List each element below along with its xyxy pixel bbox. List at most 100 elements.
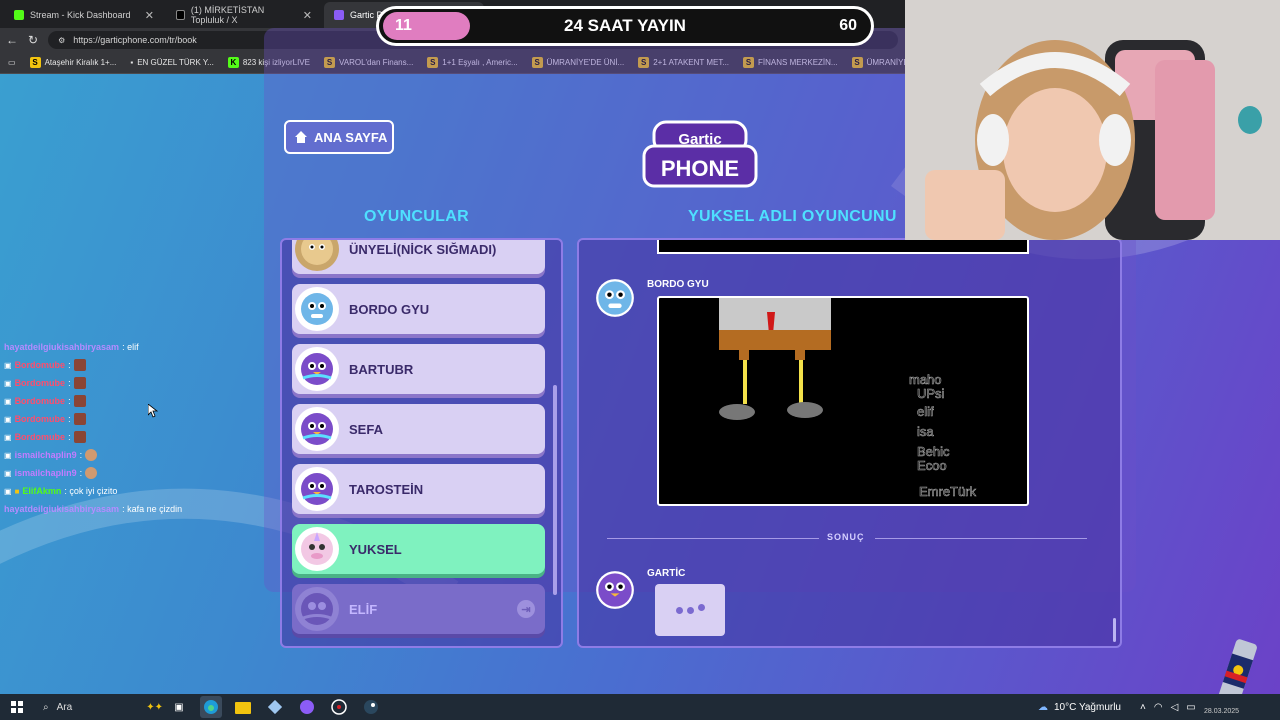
weather-widget[interactable]: ☁ 10°C Yağmurlu (1038, 694, 1121, 720)
stream-timer-overlay: 11 24 SAAT YAYIN 60 (376, 6, 874, 46)
exit-icon: ⇥ (517, 600, 535, 618)
close-icon[interactable]: ✕ (145, 9, 154, 22)
chat-text: : (79, 468, 83, 478)
home-label: ANA SAYFA (314, 129, 388, 145)
obs-icon[interactable] (328, 696, 350, 718)
player-item: ÜNYELİ(NİCK SIĞMADI) (292, 240, 545, 274)
timer-right-value: 60 (839, 17, 857, 34)
discord-icon[interactable] (296, 696, 318, 718)
player-avatar (295, 407, 339, 451)
chevron-up-icon[interactable]: ˄ (1140, 702, 1146, 713)
chat-message: ▣ ■ ElifAkmn : çok iyi çizito (4, 482, 244, 500)
chat-text: : (79, 450, 83, 460)
chat-message: ▣ Bordomube : (4, 374, 244, 392)
player-item-offline: ELİF ⇥ (292, 584, 545, 634)
chat-username: hayatdeilgiukisahbiryasam (4, 342, 120, 352)
chat-text: : kafa ne çizdin (122, 504, 183, 514)
close-icon[interactable]: ✕ (303, 9, 312, 22)
chat-username: ismailchaplin9 (14, 468, 77, 478)
back-icon[interactable]: ← (6, 33, 18, 47)
chat-message: ▣ ismailchaplin9 : (4, 464, 244, 482)
taskbar-date: 28.03.2025 (1204, 708, 1240, 715)
gartic-icon (334, 10, 344, 20)
badge-icon: ▣ (4, 378, 12, 388)
players-scrollbar[interactable] (553, 385, 557, 595)
next-drawer-name: GARTİC (647, 568, 686, 579)
chat-username: Bordomube (14, 360, 66, 370)
player-item-active: YUKSEL (292, 524, 545, 574)
wifi-icon[interactable]: ◠ (1154, 702, 1163, 713)
file-explorer-icon[interactable] (232, 696, 254, 718)
logo-top-text: Gartic (678, 131, 721, 148)
gift-badge-icon: ■ (14, 486, 20, 496)
reload-icon[interactable]: ↻ (28, 33, 38, 47)
stream-chat: hayatdeilgiukisahbiryasam : elif ▣ Bordo… (4, 338, 244, 518)
player-item: BARTUBR (292, 344, 545, 394)
chat-text: : (68, 432, 71, 442)
app-icon[interactable] (264, 696, 286, 718)
taskbar-search[interactable]: ⌕ Ara ✦✦ (33, 694, 163, 720)
player-item: SEFA (292, 404, 545, 454)
drawing-text: Behic (917, 444, 950, 459)
chat-message: hayatdeilgiukisahbiryasam : kafa ne çizd… (4, 500, 244, 518)
drawing-text: elif (917, 404, 934, 419)
chat-message: ▣ Bordomube : (4, 410, 244, 428)
tab-x[interactable]: (1) MİRKETİSTAN Topluluk / X ✕ (166, 2, 322, 28)
streamer-webcam-image: Z (905, 0, 1280, 240)
badge-icon: ▣ (4, 432, 12, 442)
chat-username: Bordomube (14, 432, 66, 442)
divider (607, 538, 819, 539)
chat-text: : (68, 414, 71, 424)
rain-cloud-icon: ☁ (1038, 701, 1048, 713)
bookmark-label: EN GÜZEL TÜRK Y... (137, 58, 214, 67)
chat-message: ▣ Bordomube : (4, 392, 244, 410)
badge-icon: ▣ (4, 360, 12, 370)
badge-icon: ▣ (4, 396, 12, 406)
player-name: BARTUBR (349, 361, 414, 377)
edge-browser-icon[interactable] (200, 696, 222, 718)
typing-indicator (655, 584, 725, 636)
spongebob-drawing: maho UPsi elif isa Behic Ecoo EmreTürk (719, 298, 977, 499)
bookmark-item[interactable]: ▪ EN GÜZEL TÜRK Y... (130, 58, 213, 67)
chat-username: ElifAkmn (22, 486, 62, 496)
divider (875, 538, 1087, 539)
volume-icon[interactable]: ◁ (1171, 702, 1179, 713)
drawing-text: Ecoo (917, 458, 947, 473)
player-avatar (295, 347, 339, 391)
player-avatar (295, 527, 339, 571)
chat-message: hayatdeilgiukisahbiryasam : elif (4, 338, 244, 356)
mouse-cursor-icon (148, 404, 158, 418)
windows-taskbar: ⌕ Ara ✦✦ ▣ ☁ 10°C Yağmurlu ˄ ◠ ◁ ▭ 28.03… (0, 694, 1280, 720)
chat-message: ▣ ismailchaplin9 : (4, 446, 244, 464)
drawing-text: maho (909, 372, 942, 387)
player-item: TAROSTEİN (292, 464, 545, 514)
windows-start-icon[interactable] (6, 696, 28, 718)
home-button[interactable]: ANA SAYFA (284, 120, 394, 154)
cat-emote-icon (85, 467, 98, 479)
player-name: ELİF (349, 601, 378, 617)
logo-bottom-text: PHONE (661, 156, 739, 181)
brick-emote-icon (73, 359, 86, 371)
bookmarks-menu-icon[interactable]: ▭ (8, 58, 16, 67)
bookmark-item[interactable]: S Ataşehir Kiralık 1+... (29, 57, 116, 68)
home-icon (295, 131, 307, 143)
cat-emote-icon (85, 449, 98, 461)
players-panel: ÜNYELİ(NİCK SIĞMADI) BORDO GYU BARTUBR S… (280, 238, 563, 648)
typing-dot (686, 606, 694, 614)
drawing-canvas: maho UPsi elif isa Behic Ecoo EmreTürk (657, 296, 1029, 506)
player-avatar (295, 587, 339, 631)
player-name: BORDO GYU (349, 301, 430, 317)
kick-icon (14, 10, 24, 20)
steam-icon[interactable] (360, 696, 382, 718)
task-view-icon[interactable]: ▣ (168, 696, 190, 718)
chat-text: : (68, 396, 71, 406)
site-info-icon[interactable]: ⚙ (58, 36, 65, 45)
player-name: TAROSTEİN (349, 481, 424, 497)
album-scrollbar[interactable] (1113, 618, 1116, 642)
drawer-name: BORDO GYU (647, 279, 709, 290)
brick-emote-icon (73, 431, 86, 443)
tab-kick-dashboard[interactable]: Stream - Kick Dashboard ✕ (4, 2, 164, 28)
album-panel: BORDO GYU maho UPsi elif isa Behic Ecoo … (577, 238, 1122, 648)
kick-icon: K (227, 57, 239, 68)
battery-icon[interactable]: ▭ (1186, 702, 1195, 713)
